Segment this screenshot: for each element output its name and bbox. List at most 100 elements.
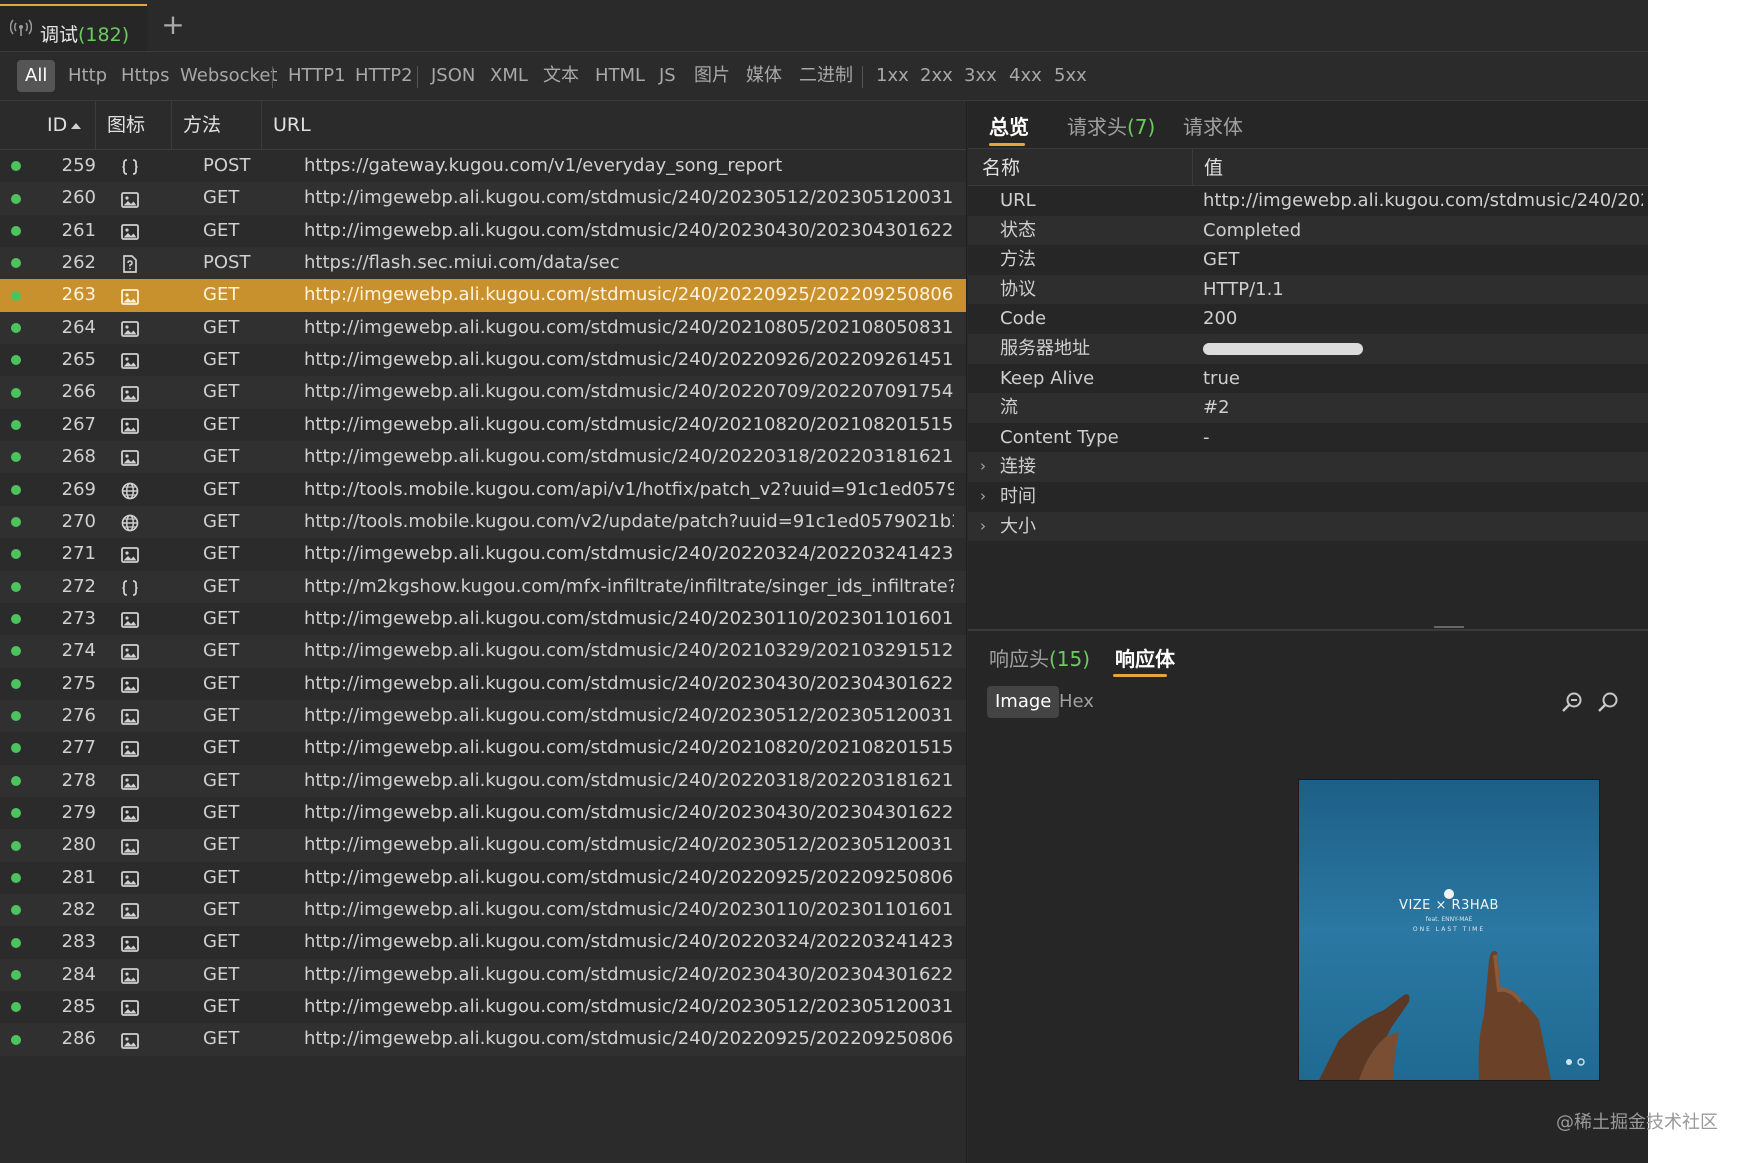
filter-image[interactable]: 图片	[694, 64, 730, 88]
overview-value: http://imgewebp.ali.kugou.com/stdmusic/2…	[1203, 190, 1643, 211]
filter-http2[interactable]: HTTP2	[355, 64, 413, 88]
table-row[interactable]: 267 GET http://imgewebp.ali.kugou.com/stdm…	[0, 409, 966, 441]
column-divider[interactable]	[171, 101, 172, 149]
table-row[interactable]: 268 GET http://imgewebp.ali.kugou.com/stdm…	[0, 441, 966, 474]
zoom-in-icon[interactable]	[1596, 690, 1620, 714]
table-row[interactable]: 283 GET http://imgewebp.ali.kugou.com/stdm…	[0, 926, 966, 958]
table-row[interactable]: 265 GET http://imgewebp.ali.kugou.com/stdm…	[0, 344, 966, 376]
tab-request-headers[interactable]: 请求头(7)	[1067, 111, 1155, 140]
request-id: 270	[61, 510, 96, 532]
table-row[interactable]: 277 GET http://imgewebp.ali.kugou.com/stdm…	[0, 732, 966, 764]
table-row[interactable]: 259 POST https://gateway.kugou.com/v1/ever…	[0, 150, 966, 182]
request-id: 277	[61, 737, 96, 759]
overview-value: GET	[1203, 249, 1240, 271]
status-dot	[11, 193, 21, 204]
filter-binary[interactable]: 二进制	[799, 64, 853, 88]
table-row[interactable]: 274 GET http://imgewebp.ali.kugou.com/stdm…	[0, 635, 966, 668]
view-mode-hex[interactable]: Hex	[1051, 686, 1102, 718]
overview-value: true	[1203, 367, 1240, 389]
overview-key: Content Type	[1000, 426, 1119, 448]
table-row[interactable]: 264 GET http://imgewebp.ali.kugou.com/stdm…	[0, 311, 966, 345]
filter-js[interactable]: JS	[659, 64, 676, 88]
column-header-icon[interactable]: 图标	[107, 101, 145, 149]
table-row[interactable]: 286 GET http://imgewebp.ali.kugou.com/stdm…	[0, 1023, 966, 1056]
column-divider[interactable]	[261, 101, 262, 149]
request-url: http://imgewebp.ali.kugou.com/stdmusic/2…	[304, 413, 954, 435]
chevron-right-icon[interactable]: ›	[980, 512, 986, 542]
filter-https[interactable]: Https	[121, 64, 169, 88]
overview-group-row[interactable]: › 大小	[968, 511, 1648, 542]
request-url: http://imgewebp.ali.kugou.com/stdmusic/2…	[304, 899, 954, 921]
filter-3xx[interactable]: 3xx	[964, 64, 997, 88]
table-row[interactable]: 284 GET http://imgewebp.ali.kugou.com/stdm…	[0, 958, 966, 992]
filter-http1[interactable]: HTTP1	[288, 64, 346, 88]
column-divider[interactable]	[1192, 149, 1193, 185]
filter-text[interactable]: 文本	[543, 64, 579, 88]
request-id: 269	[61, 478, 96, 500]
session-tab-bar: 调试(182) +	[0, 0, 1648, 52]
request-url: http://imgewebp.ali.kugou.com/stdmusic/2…	[304, 672, 954, 694]
table-row[interactable]: 278 GET http://imgewebp.ali.kugou.com/stdm…	[0, 764, 966, 797]
table-row[interactable]: 282 GET http://imgewebp.ali.kugou.com/stdm…	[0, 894, 966, 927]
image-icon	[120, 997, 140, 1017]
filter-all[interactable]: All	[17, 60, 56, 92]
table-row[interactable]: 270 GET http://tools.mobile.kugou.com/v2/u…	[0, 505, 966, 539]
filter-xml[interactable]: XML	[490, 64, 528, 88]
filter-json[interactable]: JSON	[431, 64, 475, 88]
chevron-right-icon[interactable]: ›	[980, 482, 986, 512]
filter-1xx[interactable]: 1xx	[876, 64, 909, 88]
filter-websocket[interactable]: Websocket	[180, 64, 277, 88]
table-row[interactable]: 273 GET http://imgewebp.ali.kugou.com/stdm…	[0, 603, 966, 635]
column-header-method[interactable]: 方法	[183, 101, 221, 149]
table-row[interactable]: 285 GET http://imgewebp.ali.kugou.com/stdm…	[0, 991, 966, 1023]
request-url: http://imgewebp.ali.kugou.com/stdmusic/2…	[304, 316, 954, 338]
request-method: GET	[203, 996, 240, 1018]
request-url: http://imgewebp.ali.kugou.com/stdmusic/2…	[304, 446, 954, 468]
request-url: http://imgewebp.ali.kugou.com/stdmusic/2…	[304, 931, 954, 953]
column-header-url[interactable]: URL	[273, 101, 311, 149]
image-icon	[120, 189, 140, 209]
filter-html[interactable]: HTML	[595, 64, 645, 88]
table-row[interactable]: 275 GET http://imgewebp.ali.kugou.com/stdm…	[0, 668, 966, 700]
image-icon	[120, 706, 140, 726]
table-row[interactable]: 280 GET http://imgewebp.ali.kugou.com/stdm…	[0, 829, 966, 862]
overview-group-row[interactable]: › 连接	[968, 452, 1648, 482]
request-id: 261	[61, 219, 96, 241]
table-row[interactable]: 260 GET http://imgewebp.ali.kugou.com/stdm…	[0, 182, 966, 215]
table-row[interactable]: 269 GET http://tools.mobile.kugou.com/api/…	[0, 474, 966, 506]
column-header-id[interactable]: ID	[47, 101, 82, 149]
filter-2xx[interactable]: 2xx	[920, 64, 953, 88]
image-icon	[120, 350, 140, 370]
table-row[interactable]: 276 GET http://imgewebp.ali.kugou.com/stdm…	[0, 699, 966, 733]
filter-4xx[interactable]: 4xx	[1009, 64, 1042, 88]
filter-http[interactable]: Http	[68, 64, 107, 88]
tab-overview[interactable]: 总览	[989, 111, 1029, 140]
table-row[interactable]: 271 GET http://imgewebp.ali.kugou.com/stdm…	[0, 538, 966, 570]
chevron-right-icon[interactable]: ›	[980, 452, 986, 482]
view-mode-image[interactable]: Image	[987, 686, 1060, 718]
zoom-out-icon[interactable]	[1560, 690, 1584, 714]
overview-row: 服务器地址	[968, 334, 1648, 364]
tab-debug[interactable]: 调试(182)	[0, 4, 147, 51]
add-tab-button[interactable]: +	[160, 10, 186, 40]
overview-group-row[interactable]: › 时间	[968, 482, 1648, 512]
column-divider[interactable]	[95, 101, 96, 149]
request-method: GET	[203, 1028, 240, 1050]
splitter-grip[interactable]	[1434, 626, 1464, 628]
tab-response-body[interactable]: 响应体	[1115, 643, 1175, 672]
filter-5xx[interactable]: 5xx	[1054, 64, 1087, 88]
filter-media[interactable]: 媒体	[746, 64, 782, 88]
table-row[interactable]: 266 GET http://imgewebp.ali.kugou.com/stdm…	[0, 376, 966, 409]
table-row[interactable]: 262 POST https://flash.sec.miui.com/data/s…	[0, 247, 966, 280]
table-row[interactable]: 279 GET http://imgewebp.ali.kugou.com/stdm…	[0, 797, 966, 829]
tab-response-headers[interactable]: 响应头(15)	[989, 643, 1090, 672]
status-dot	[11, 872, 21, 883]
table-row[interactable]: 281 GET http://imgewebp.ali.kugou.com/stdm…	[0, 862, 966, 894]
table-row[interactable]: 263 GET http://imgewebp.ali.kugou.com/stdm…	[0, 279, 966, 312]
table-row[interactable]: 272 GET http://m2kgshow.kugou.com/mfx-infi…	[0, 570, 966, 603]
request-method: GET	[203, 446, 240, 468]
status-dot	[11, 387, 21, 398]
detail-tabs: 总览 请求头(7) 请求体	[968, 101, 1648, 149]
table-row[interactable]: 261 GET http://imgewebp.ali.kugou.com/stdm…	[0, 215, 966, 247]
tab-request-body[interactable]: 请求体	[1183, 111, 1243, 140]
